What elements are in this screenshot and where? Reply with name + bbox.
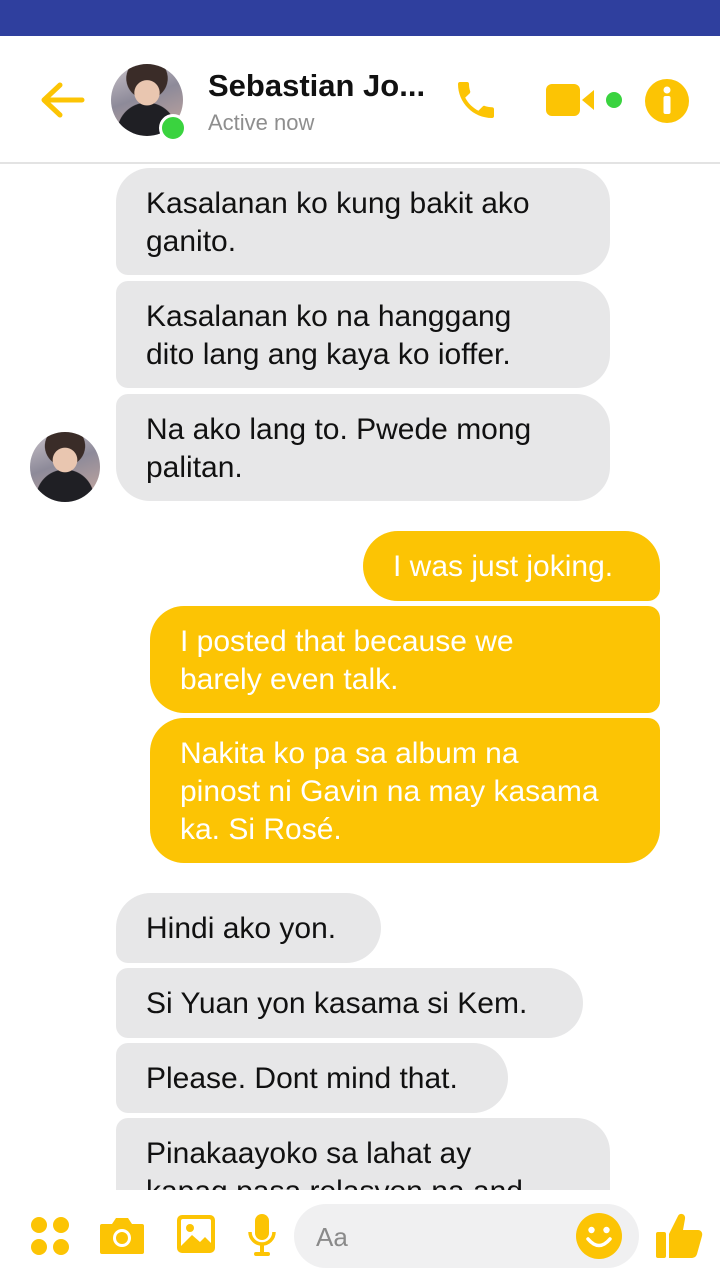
contact-avatar[interactable]: [111, 64, 187, 142]
video-camera-icon[interactable]: [544, 80, 624, 120]
message-thread[interactable]: Kasalanan ko kung bakit ako ganito. Kasa…: [0, 166, 720, 1190]
info-icon[interactable]: [644, 78, 690, 124]
received-message[interactable]: Please. Dont mind that.: [116, 1043, 508, 1113]
contact-status: Active now: [208, 110, 315, 135]
message-composer: Aa: [0, 1190, 720, 1280]
camera-icon[interactable]: [98, 1214, 146, 1256]
phone-icon[interactable]: [452, 76, 500, 124]
message-input[interactable]: Aa: [294, 1204, 639, 1268]
status-bar: [0, 0, 720, 36]
received-message[interactable]: Kasalanan ko na hanggang dito lang ang k…: [116, 281, 610, 388]
sent-message[interactable]: I was just joking.: [363, 531, 660, 601]
online-status-dot: [159, 114, 187, 142]
received-message[interactable]: Pinakaayoko sa lahat ay kapag pasa relas…: [116, 1118, 610, 1190]
apps-icon[interactable]: [30, 1216, 70, 1256]
received-message[interactable]: Na ako lang to. Pwede mong palitan.: [116, 394, 610, 501]
message-placeholder: Aa: [316, 1222, 348, 1252]
sent-message[interactable]: I posted that because we barely even tal…: [150, 606, 660, 713]
sent-message[interactable]: Nakita ko pa sa album na pinost ni Gavin…: [150, 718, 660, 863]
emoji-icon[interactable]: [575, 1212, 623, 1260]
thumbs-up-icon[interactable]: [654, 1210, 704, 1260]
contact-name[interactable]: Sebastian Jo...: [208, 68, 438, 104]
back-arrow-icon[interactable]: [38, 80, 86, 120]
received-message[interactable]: Hindi ako yon.: [116, 893, 381, 963]
chat-header: Sebastian Jo... Active now: [0, 36, 720, 164]
sender-avatar[interactable]: [30, 432, 100, 502]
microphone-icon[interactable]: [247, 1212, 277, 1258]
image-icon[interactable]: [176, 1214, 216, 1254]
received-message[interactable]: Si Yuan yon kasama si Kem.: [116, 968, 583, 1038]
received-message[interactable]: Kasalanan ko kung bakit ako ganito.: [116, 168, 610, 275]
